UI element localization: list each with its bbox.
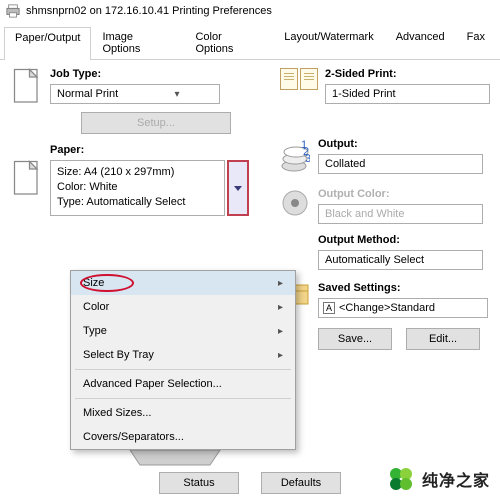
watermark-text: 纯净之家 <box>422 467 490 491</box>
tab-advanced[interactable]: Advanced <box>385 26 456 59</box>
paper-summary-box: Size: A4 (210 x 297mm) Color: White Type… <box>50 160 225 216</box>
saved-settings-section: Saved Settings: A <Change>Standard Save.… <box>280 282 490 350</box>
paper-type-line: Type: Automatically Select <box>57 195 218 210</box>
job-type-section: Job Type: Normal Print ▾ Setup... <box>12 68 262 134</box>
output-value: Collated <box>319 158 482 170</box>
saved-settings-combo[interactable]: A <Change>Standard <box>318 298 488 318</box>
tab-fax[interactable]: Fax <box>456 26 496 59</box>
two-sided-combo[interactable]: 1-Sided Print <box>325 84 490 104</box>
output-color-section: Output Color: Black and White <box>280 188 490 224</box>
chevron-down-icon: ▾ <box>135 89 219 100</box>
paper-size-line: Size: A4 (210 x 297mm) <box>57 165 218 180</box>
output-color-combo: Black and White <box>318 204 483 224</box>
menu-item-adv-label: Advanced Paper Selection... <box>83 378 222 390</box>
paper-color-line: Color: White <box>57 180 218 195</box>
output-color-icon <box>280 188 310 224</box>
menu-item-select-by-tray[interactable]: Select By Tray ▸ <box>71 343 295 367</box>
menu-item-color[interactable]: Color ▸ <box>71 295 295 319</box>
menu-item-type-label: Type <box>83 325 107 337</box>
menu-item-mixed-sizes[interactable]: Mixed Sizes... <box>71 401 295 425</box>
menu-item-color-label: Color <box>83 301 109 313</box>
menu-item-covers-separators[interactable]: Covers/Separators... <box>71 425 295 449</box>
menu-item-advanced-paper[interactable]: Advanced Paper Selection... <box>71 372 295 396</box>
output-method-section: Output Method: Automatically Select <box>280 234 490 270</box>
menu-item-type[interactable]: Type ▸ <box>71 319 295 343</box>
job-type-value: Normal Print <box>51 88 135 100</box>
paper-label: Paper: <box>50 144 262 156</box>
menu-item-size-label: Size <box>83 277 104 289</box>
watermark-logo: 纯净之家 <box>382 462 494 496</box>
output-color-value: Black and White <box>319 208 482 220</box>
collated-stack-icon: 123 <box>280 138 310 174</box>
pages-icon <box>280 68 325 90</box>
output-method-label: Output Method: <box>318 234 490 246</box>
menu-item-covers-label: Covers/Separators... <box>83 431 184 443</box>
tabstrip: Paper/Output Image Options Color Options… <box>0 26 500 60</box>
window-title: shmsnprn02 on 172.16.10.41 Printing Pref… <box>26 5 272 17</box>
job-type-combo[interactable]: Normal Print ▾ <box>50 84 220 104</box>
menu-item-mixed-label: Mixed Sizes... <box>83 407 151 419</box>
paper-section: Paper: Size: A4 (210 x 297mm) Color: Whi… <box>12 144 262 216</box>
saved-settings-label: Saved Settings: <box>318 282 490 294</box>
two-sided-value: 1-Sided Print <box>326 88 489 100</box>
paper-context-menu: Size ▸ Color ▸ Type ▸ Select By Tray ▸ A… <box>70 270 296 450</box>
save-button[interactable]: Save... <box>318 328 392 350</box>
letter-a-icon: A <box>323 302 335 314</box>
setup-button[interactable]: Setup... <box>81 112 231 134</box>
paper-dropdown-button[interactable] <box>227 160 249 216</box>
window-titlebar: shmsnprn02 on 172.16.10.41 Printing Pref… <box>0 0 500 22</box>
saved-settings-value: <Change>Standard <box>339 302 435 314</box>
printer-icon <box>6 4 20 18</box>
submenu-arrow-icon: ▸ <box>278 350 283 361</box>
menu-item-tray-label: Select By Tray <box>83 349 154 361</box>
output-combo[interactable]: Collated <box>318 154 483 174</box>
output-label: Output: <box>318 138 490 150</box>
edit-button[interactable]: Edit... <box>406 328 480 350</box>
paper-icon <box>12 160 42 196</box>
svg-text:3: 3 <box>305 153 310 165</box>
tab-layout-watermark[interactable]: Layout/Watermark <box>273 26 384 59</box>
clover-icon <box>386 464 416 494</box>
menu-item-size[interactable]: Size ▸ <box>71 271 295 295</box>
two-sided-section: 2-Sided Print: 1-Sided Print <box>280 68 490 104</box>
two-sided-label: 2-Sided Print: <box>325 68 490 80</box>
menu-separator <box>75 369 291 370</box>
tab-content: Job Type: Normal Print ▾ Setup... Paper: <box>0 60 500 480</box>
submenu-arrow-icon: ▸ <box>278 278 283 289</box>
submenu-arrow-icon: ▸ <box>278 302 283 313</box>
status-button[interactable]: Status <box>159 472 239 494</box>
submenu-arrow-icon: ▸ <box>278 326 283 337</box>
defaults-button[interactable]: Defaults <box>261 472 341 494</box>
output-method-value: Automatically Select <box>319 254 482 266</box>
menu-separator <box>75 398 291 399</box>
job-type-icon <box>12 68 42 104</box>
tab-color-options[interactable]: Color Options <box>184 26 273 59</box>
output-section: 123 Output: Collated <box>280 138 490 174</box>
output-color-label: Output Color: <box>318 188 490 200</box>
tab-image-options[interactable]: Image Options <box>91 26 184 59</box>
tab-paper-output[interactable]: Paper/Output <box>4 27 91 60</box>
output-method-combo[interactable]: Automatically Select <box>318 250 483 270</box>
job-type-label: Job Type: <box>50 68 262 80</box>
